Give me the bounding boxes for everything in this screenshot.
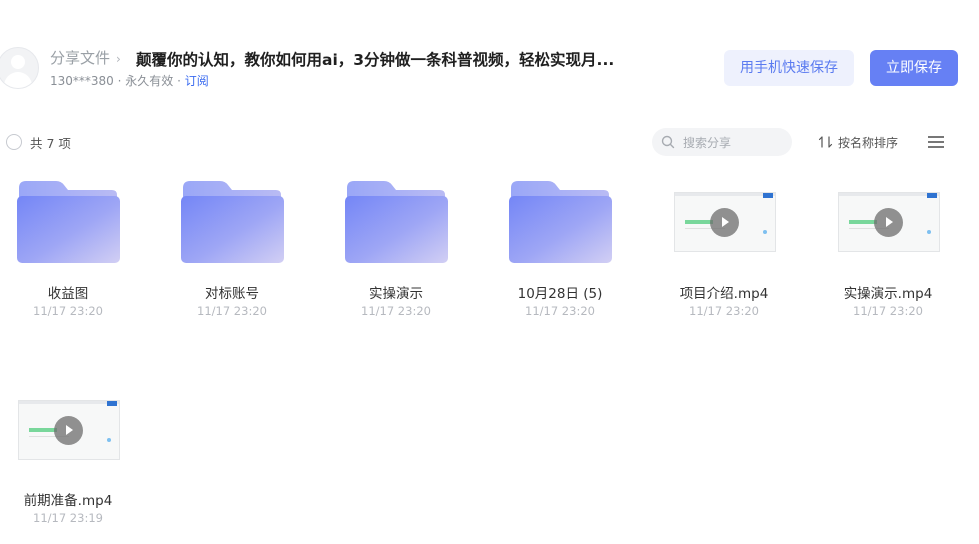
page-title: 颠覆你的认知，教你如何用ai，3分钟做一条科普视频，轻松实现月... <box>136 51 615 69</box>
phone-save-button[interactable]: 用手机快速保存 <box>724 50 854 86</box>
file-name: 收益图 <box>47 286 89 302</box>
file-name: 前期准备.mp4 <box>23 493 113 509</box>
search-icon <box>661 135 675 149</box>
file-time: 11/17 23:20 <box>197 304 267 318</box>
play-icon <box>710 208 739 237</box>
file-name: 实操演示.mp4 <box>843 286 933 302</box>
subscribe-link[interactable]: 订阅 <box>185 74 209 88</box>
menu-icon[interactable] <box>928 136 944 148</box>
file-name: 10月28日 (5) <box>517 286 603 302</box>
select-all-checkbox[interactable] <box>6 134 22 150</box>
folder-icon[interactable] <box>344 180 448 264</box>
save-button[interactable]: 立即保存 <box>870 50 958 86</box>
breadcrumb-root[interactable]: 分享文件 <box>50 49 110 67</box>
file-time: 11/17 23:20 <box>361 304 431 318</box>
breadcrumb: 分享文件 › <box>50 47 127 68</box>
file-name: 项目介绍.mp4 <box>679 286 769 302</box>
sort-icon <box>818 136 833 148</box>
file-toolbar: 共 7 项 搜索分享 按名称排序 <box>0 126 979 158</box>
sort-label: 按名称排序 <box>838 136 899 150</box>
avatar <box>0 47 39 89</box>
file-time: 11/17 23:20 <box>689 304 759 318</box>
search-placeholder: 搜索分享 <box>683 136 732 150</box>
file-time: 11/17 23:19 <box>33 511 103 525</box>
video-thumbnail[interactable] <box>674 192 776 252</box>
search-input[interactable]: 搜索分享 <box>652 128 792 156</box>
share-meta: 130***380 · 永久有效 · 订阅 <box>50 72 209 89</box>
video-thumbnail[interactable] <box>838 192 940 252</box>
file-time: 11/17 23:20 <box>853 304 923 318</box>
play-icon <box>874 208 903 237</box>
share-header: 分享文件 › 颠覆你的认知，教你如何用ai，3分钟做一条科普视频，轻松实现月...… <box>0 44 979 94</box>
folder-icon[interactable] <box>16 180 120 264</box>
folder-icon[interactable] <box>180 180 284 264</box>
file-time: 11/17 23:20 <box>525 304 595 318</box>
play-icon <box>54 416 83 445</box>
item-count: 共 7 项 <box>30 136 71 151</box>
share-meta-text: 130***380 · 永久有效 · <box>50 74 185 88</box>
chevron-right-icon: › <box>116 52 121 66</box>
folder-icon[interactable] <box>508 180 612 264</box>
sort-button[interactable]: 按名称排序 <box>818 134 898 151</box>
video-thumbnail[interactable] <box>18 400 120 460</box>
file-time: 11/17 23:20 <box>33 304 103 318</box>
file-name: 实操演示 <box>369 286 423 302</box>
file-name: 对标账号 <box>205 286 259 302</box>
